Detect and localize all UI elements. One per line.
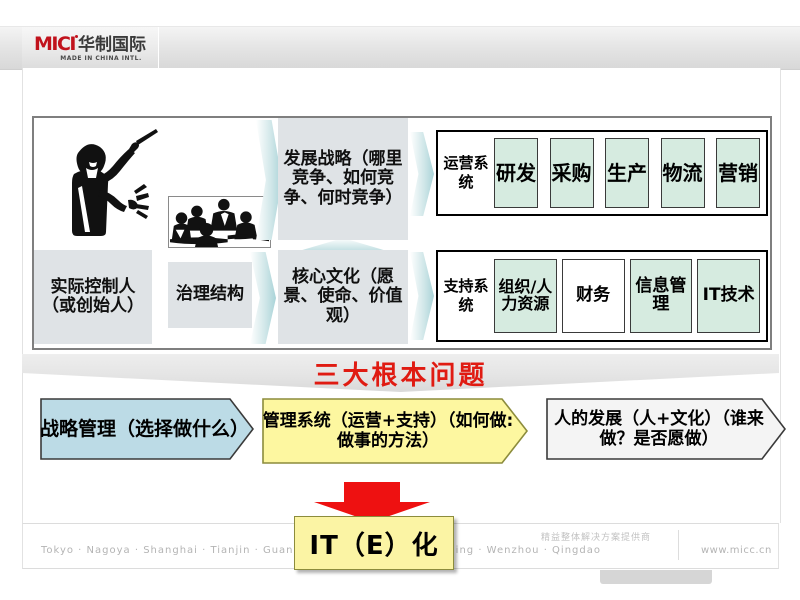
logo-row: MICI 华制国际 xyxy=(34,32,146,55)
conductor-clipart xyxy=(48,128,163,240)
box-governance-structure[interactable]: 治理结构 xyxy=(168,262,252,328)
logo-chinese-name: 华制国际 xyxy=(78,34,146,55)
box-core-culture[interactable]: 核心文化（愿景、使命、价值观） xyxy=(278,250,408,344)
operations-system-title: 运营系统 xyxy=(443,154,489,191)
ops-cell-marketing[interactable]: 营销 xyxy=(716,138,760,208)
pentagon-strategy-label: 战略管理（选择做什么） xyxy=(40,417,250,440)
sup-cell-finance[interactable]: 财务 xyxy=(561,259,625,333)
three-fundamental-questions-banner: 三大根本问题 xyxy=(22,354,779,394)
it-transformation-label: IT（E）化 xyxy=(309,530,439,561)
box-actual-controller[interactable]: 实际控制人（或创始人） xyxy=(34,250,152,344)
box-development-strategy-label: 发展战略（哪里竞争、如何竞争、何时竞争） xyxy=(283,149,403,208)
box-governance-label: 治理结构 xyxy=(176,284,244,305)
operations-system-panel: 运营系统 研发 采购 生产 物流 营销 xyxy=(436,130,768,216)
header-divider xyxy=(158,27,159,69)
footer-slogan: 精益整体解决方案提供商 xyxy=(541,533,652,543)
sup-cell-hr[interactable]: 组织/人力资源 xyxy=(494,259,557,333)
box-development-strategy[interactable]: 发展战略（哪里竞争、如何竞争、何时竞争） xyxy=(278,118,408,240)
ops-cell-production[interactable]: 生产 xyxy=(605,138,649,208)
support-system-title: 支持系统 xyxy=(443,277,489,314)
it-transformation-box[interactable]: IT（E）化 xyxy=(294,516,454,570)
ops-cell-logistics[interactable]: 物流 xyxy=(660,138,705,208)
slide-header: MICI 华制国际 MADE IN CHINA INTL. xyxy=(0,26,800,70)
logo-tagline: MADE IN CHINA INTL. xyxy=(60,54,142,62)
meeting-clipart xyxy=(168,196,271,248)
footer-url[interactable]: www.micc.cn xyxy=(701,545,772,556)
ops-cell-rd[interactable]: 研发 xyxy=(494,138,538,208)
pentagon-people-label: 人的发展（人+文化）（谁来做？是否愿做） xyxy=(554,408,764,449)
sup-cell-it[interactable]: IT技术 xyxy=(697,259,760,333)
logo-mark-icon: MICI xyxy=(34,32,78,55)
ops-cell-purchase[interactable]: 采购 xyxy=(549,138,594,208)
support-system-cells: 组织/人力资源 财务 信息管理 IT技术 xyxy=(494,252,766,340)
pentagon-management-label: 管理系统（运营+支持）（如何做:做事的方法） xyxy=(262,410,514,451)
support-system-panel: 支持系统 组织/人力资源 财务 信息管理 IT技术 xyxy=(436,250,768,342)
banner-label: 三大根本问题 xyxy=(313,361,488,391)
pentagon-strategy-management[interactable]: 战略管理（选择做什么） xyxy=(40,398,254,460)
pentagon-management-system[interactable]: 管理系统（运营+支持）（如何做:做事的方法） xyxy=(262,398,528,464)
footer-tab-decoration xyxy=(600,570,712,584)
footer-divider xyxy=(678,530,679,560)
operations-system-cells: 研发 采购 生产 物流 营销 xyxy=(494,132,766,214)
sup-cell-information[interactable]: 信息管理 xyxy=(629,259,693,333)
pentagon-people-development[interactable]: 人的发展（人+文化）（谁来做？是否愿做） xyxy=(546,398,786,460)
box-actual-controller-label: 实际控制人（或创始人） xyxy=(42,276,144,316)
brand-logo: MICI 华制国际 MADE IN CHINA INTL. xyxy=(22,27,159,69)
box-core-culture-label: 核心文化（愿景、使命、价值观） xyxy=(283,267,403,326)
